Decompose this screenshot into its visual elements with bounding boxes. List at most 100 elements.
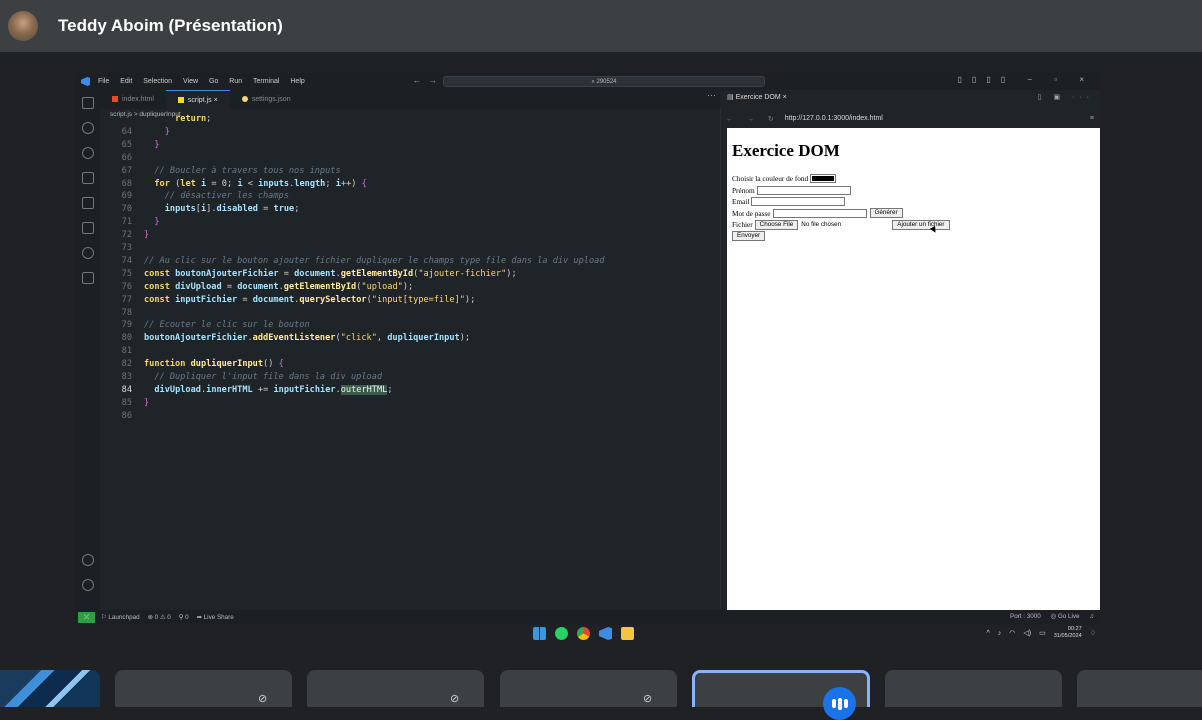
ports-status[interactable]: ⚲ 0	[179, 614, 189, 621]
participant-tile[interactable]: ⊘	[115, 670, 292, 707]
line-number: 76	[121, 281, 132, 292]
notification-bell-icon[interactable]: ♢	[1090, 629, 1096, 637]
whatsapp-icon[interactable]	[555, 627, 568, 640]
window-controls[interactable]: ▯▯▯▯ − ▫ ×	[958, 75, 1094, 84]
menu-view[interactable]: View	[183, 78, 198, 85]
browser-nav-icons[interactable]: ← → ↻	[726, 115, 780, 123]
wifi-icon[interactable]: ◠	[1009, 629, 1015, 637]
menu-terminal[interactable]: Terminal	[253, 78, 279, 85]
extensions-icon[interactable]	[81, 197, 94, 209]
explorer-icon[interactable]	[81, 97, 94, 109]
code-line[interactable]: 83 // Dupliquer l'input file dans la div…	[100, 371, 720, 384]
code-line[interactable]: 77 const inputFichier = document.querySel…	[100, 294, 720, 307]
menu-go[interactable]: Go	[209, 78, 218, 85]
start-icon[interactable]	[533, 627, 546, 640]
code-line[interactable]: 84 divUpload.innerHTML += inputFichier.o…	[100, 384, 720, 397]
prenom-input[interactable]	[756, 185, 851, 195]
code-line[interactable]: 74 // Au clic sur le bouton ajouter fichi…	[100, 255, 720, 268]
color-picker[interactable]	[810, 174, 837, 184]
live-share-status[interactable]: ➦ Live Share	[197, 614, 234, 621]
code-line[interactable]: 79 // Ecouter le clic sur le bouton	[100, 319, 720, 332]
bell-icon[interactable]: ♫	[1089, 613, 1094, 620]
menu-help[interactable]: Help	[290, 78, 304, 85]
file-explorer-icon[interactable]	[621, 627, 634, 640]
json-file-icon	[241, 96, 248, 103]
code-text: inputs[i].disabled = true;	[164, 204, 300, 215]
tab-index-html[interactable]: index.html	[100, 90, 166, 109]
code-line[interactable]: 70 inputs[i].disabled = true;	[100, 203, 720, 216]
browser-menu-icon[interactable]: ≡	[1090, 115, 1094, 122]
account-icon[interactable]	[81, 554, 94, 566]
code-line[interactable]: 76 const divUpload = document.getElementB…	[100, 281, 720, 294]
add-file-button[interactable]: Ajouter un fichier	[892, 219, 950, 230]
code-text: }	[144, 397, 150, 408]
code-line[interactable]: return;	[100, 113, 720, 126]
editor-tabs: index.html script.js × settings.json ···	[100, 90, 720, 109]
volume-icon[interactable]: ◁)	[1023, 629, 1031, 637]
system-clock[interactable]: 00:27 31/05/2024	[1054, 626, 1082, 640]
menu-run[interactable]: Run	[229, 78, 242, 85]
code-text: const boutonAjouterFichier = document.ge…	[144, 268, 517, 279]
participant-tile[interactable]	[885, 670, 1062, 707]
remote-explorer-icon[interactable]	[81, 222, 94, 234]
url-input[interactable]: http://127.0.0.1:3000/index.html	[785, 115, 883, 122]
code-text: boutonAjouterFichier.addEventListener("c…	[144, 333, 471, 344]
code-line[interactable]: 71 }	[100, 216, 720, 229]
code-line[interactable]: 69 // désactiver les champs	[100, 190, 720, 203]
code-line[interactable]: 64 }	[100, 126, 720, 139]
generate-button[interactable]: Générer	[869, 208, 903, 219]
line-number: 80	[121, 333, 132, 344]
search-icon[interactable]	[81, 122, 94, 134]
code-line[interactable]: 81	[100, 345, 720, 358]
code-line[interactable]: 82 function dupliquerInput() {	[100, 358, 720, 371]
menu-file[interactable]: File	[98, 78, 109, 85]
participant-tile[interactable]: ⊘	[307, 670, 484, 707]
menu-edit[interactable]: Edit	[120, 78, 132, 85]
run-debug-icon[interactable]	[81, 172, 94, 184]
port-status[interactable]: Port : 3000	[1010, 613, 1041, 620]
browser-tab[interactable]: ▤ Exercice DOM ×	[727, 93, 787, 101]
code-line[interactable]: 73	[100, 242, 720, 255]
live-share-icon[interactable]	[81, 272, 94, 284]
tab-script-js[interactable]: script.js ×	[165, 90, 230, 109]
code-line[interactable]: 80 boutonAjouterFichier.addEventListener(…	[100, 332, 720, 345]
remote-indicator-icon[interactable]: ⤫	[78, 612, 95, 623]
tab-settings-json[interactable]: settings.json	[230, 90, 303, 109]
code-editor[interactable]: return; 64 } 65 } 66 67 // Boucler à travers…	[100, 114, 720, 601]
code-line[interactable]: 67 // Boucler à travers tous nos inputs	[100, 165, 720, 178]
participant-tile[interactable]	[1077, 670, 1202, 707]
code-line[interactable]: 78	[100, 307, 720, 320]
nav-arrows-icon[interactable]: ←→	[413, 76, 445, 85]
mic-icon[interactable]: ♪	[998, 630, 1002, 637]
command-center-search[interactable]: ⌕ 290524	[443, 76, 765, 87]
choose-file-button[interactable]: Choose File	[754, 219, 799, 230]
more-actions-icon[interactable]: ···	[707, 90, 716, 100]
code-line[interactable]: 66	[100, 152, 720, 165]
source-control-icon[interactable]	[81, 147, 94, 159]
problems-status[interactable]: ⊗ 0 ⚠ 0	[148, 614, 171, 621]
submit-button[interactable]: Envoyer	[732, 231, 766, 242]
gear-icon[interactable]	[81, 579, 94, 591]
password-input[interactable]	[772, 208, 867, 218]
battery-icon[interactable]: ▭	[1039, 629, 1046, 637]
code-line[interactable]: 86	[100, 410, 720, 423]
launchpad-status[interactable]: ⚐ Launchpad	[101, 614, 140, 621]
line-number: 77	[121, 294, 132, 305]
code-line[interactable]: 75 const boutonAjouterFichier = document.…	[100, 268, 720, 281]
chrome-icon[interactable]	[577, 627, 590, 640]
code-line[interactable]: 65 }	[100, 139, 720, 152]
code-line[interactable]: 85}	[100, 397, 720, 410]
participant-tile-speaking[interactable]	[692, 670, 870, 720]
participant-tile[interactable]: ⊘	[500, 670, 677, 707]
code-line[interactable]: 68 for (let i = 0; i < inputs.length; i+…	[100, 178, 720, 191]
participant-tile-thumbnail[interactable]	[0, 670, 100, 707]
chevron-up-icon[interactable]: ^	[986, 630, 989, 637]
menu-selection[interactable]: Selection	[143, 78, 172, 85]
email-input[interactable]	[751, 197, 846, 207]
go-live-status[interactable]: ◎ Go Live	[1051, 613, 1080, 620]
vscode-taskbar-icon[interactable]	[599, 627, 612, 640]
code-text: // désactiver les champs	[164, 191, 289, 202]
browser-tab-actions[interactable]: ▯ ▣ ···	[1038, 93, 1094, 101]
github-icon[interactable]	[81, 247, 94, 259]
code-line[interactable]: 72}	[100, 229, 720, 242]
